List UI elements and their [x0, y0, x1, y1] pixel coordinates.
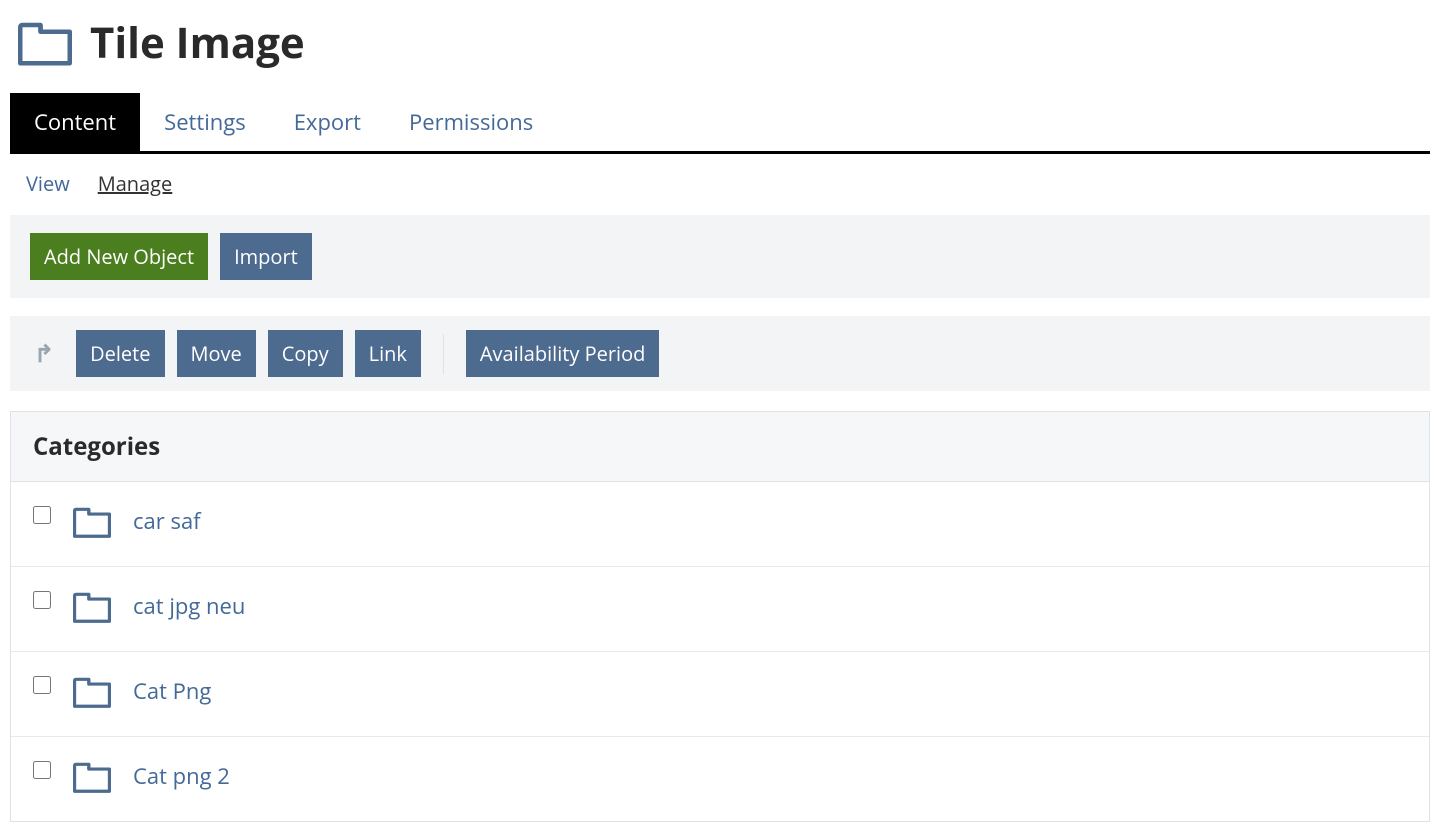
page-title-row: Tile Image [10, 10, 1430, 93]
primary-tabs: Content Settings Export Permissions [10, 93, 1430, 154]
subtab-view[interactable]: View [26, 170, 70, 197]
row-checkbox[interactable] [33, 591, 51, 609]
toolbar: Add New Object Import [10, 215, 1430, 298]
item-link[interactable]: Cat Png [133, 674, 211, 706]
tab-permissions[interactable]: Permissions [385, 93, 557, 151]
list-item: Cat png 2 [11, 737, 1429, 821]
folder-icon [73, 589, 111, 625]
folder-icon [73, 504, 111, 540]
item-link[interactable]: Cat png 2 [133, 759, 230, 791]
categories-heading: Categories [11, 412, 1429, 482]
page-title: Tile Image [90, 14, 305, 71]
folder-icon [18, 17, 72, 69]
link-button[interactable]: Link [355, 330, 421, 377]
availability-period-button[interactable]: Availability Period [466, 330, 659, 377]
list-item: Cat Png [11, 652, 1429, 737]
folder-icon [73, 674, 111, 710]
list-item: car saf [11, 482, 1429, 567]
row-checkbox[interactable] [33, 761, 51, 779]
subtab-manage[interactable]: Manage [98, 170, 173, 197]
delete-button[interactable]: Delete [76, 330, 164, 377]
action-bar: ↱ Delete Move Copy Link Availability Per… [10, 316, 1430, 391]
row-checkbox[interactable] [33, 676, 51, 694]
item-link[interactable]: cat jpg neu [133, 589, 245, 621]
add-new-object-button[interactable]: Add New Object [30, 233, 208, 280]
tab-export[interactable]: Export [270, 93, 385, 151]
tab-content[interactable]: Content [10, 93, 140, 151]
sub-tabs: View Manage [10, 154, 1430, 215]
item-link[interactable]: car saf [133, 504, 201, 536]
copy-button[interactable]: Copy [268, 330, 343, 377]
select-arrow-icon[interactable]: ↱ [30, 337, 64, 370]
import-button[interactable]: Import [220, 233, 312, 280]
action-separator [443, 334, 444, 374]
row-checkbox[interactable] [33, 506, 51, 524]
move-button[interactable]: Move [177, 330, 256, 377]
categories-panel: Categories car saf cat jpg neu Cat Png C… [10, 411, 1430, 822]
folder-icon [73, 759, 111, 795]
tab-settings[interactable]: Settings [140, 93, 270, 151]
list-item: cat jpg neu [11, 567, 1429, 652]
